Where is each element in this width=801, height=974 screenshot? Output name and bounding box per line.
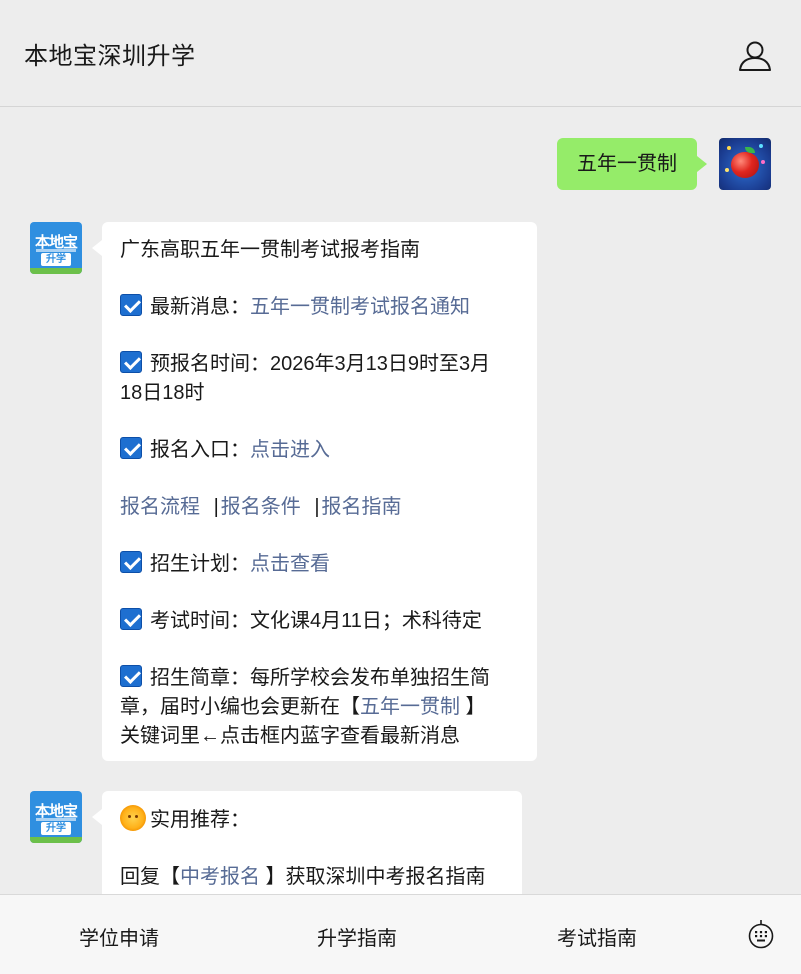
page-title: 本地宝深圳升学 — [24, 43, 196, 70]
guide-title: 广东高职五年一贯制考试报考指南 — [120, 239, 420, 261]
bot-avatar-tag: 升学 — [41, 822, 71, 835]
reply-text-post: 】获取深圳中考报名指南 — [260, 866, 486, 888]
user-message-bubble[interactable]: 五年一贯制 — [557, 138, 707, 190]
bottom-menu-bar: 学位申请 升学指南 考试指南 — [0, 894, 801, 974]
brochure-text-1: 招生简章：每所学校会发布单独招生简 — [150, 667, 490, 689]
reply-keyword-link[interactable]: 中考报名 — [180, 866, 260, 888]
checkbox-icon — [120, 437, 142, 459]
bot-avatar-band — [30, 837, 82, 843]
checkbox-icon — [120, 351, 142, 373]
recommend-title: 实用推荐： — [150, 809, 250, 831]
entry-label: 报名入口： — [150, 439, 250, 461]
guide-link[interactable]: 报名指南 — [322, 496, 402, 518]
brochure-text-2: 章，届时小编也会更新在【 — [120, 696, 360, 718]
news-line: 最新消息：五年一贯制考试报名通知 — [120, 293, 519, 322]
brochure-text-2-end: 】 — [460, 696, 486, 718]
guide-message-bubble: 广东高职五年一贯制考试报考指南 最新消息：五年一贯制考试报名通知 预报名时间：2… — [92, 222, 537, 761]
bot-avatar-band — [30, 268, 82, 274]
user-icon[interactable] — [738, 40, 772, 72]
link-separator: | — [213, 496, 219, 518]
plan-link[interactable]: 点击查看 — [250, 553, 330, 575]
brochure-keyword-link[interactable]: 五年一贯制 — [360, 696, 460, 718]
sun-emoji-icon — [120, 805, 146, 831]
news-label: 最新消息： — [150, 296, 250, 318]
exam-time-text: 考试时间：文化课4月11日；术科待定 — [150, 610, 482, 632]
menu-admission-guide[interactable]: 升学指南 — [317, 922, 397, 951]
menu-degree-application[interactable]: 学位申请 — [79, 922, 159, 951]
checkbox-icon — [120, 294, 142, 316]
apple-icon — [731, 152, 759, 178]
exam-time-line: 考试时间：文化课4月11日；术科待定 — [120, 607, 519, 636]
keyboard-icon[interactable] — [748, 919, 774, 949]
bot-avatar[interactable]: 本地宝 升学 — [30, 222, 82, 274]
checkbox-icon — [120, 551, 142, 573]
prereg-line: 预报名时间：2026年3月13日9时至3月 18日18时 — [120, 350, 519, 408]
checkbox-icon — [120, 608, 142, 630]
menu-exam-guide[interactable]: 考试指南 — [557, 922, 637, 951]
guide-links-row: 报名流程 | 报名条件 | 报名指南 — [120, 493, 519, 522]
recommend-title-line: 实用推荐： — [120, 805, 504, 835]
link-separator: | — [314, 496, 320, 518]
sparkle-icon — [759, 144, 763, 148]
entry-link[interactable]: 点击进入 — [250, 439, 330, 461]
sparkle-icon — [727, 146, 731, 150]
bot-avatar-divider — [36, 249, 76, 252]
recommend-reply-line: 回复【中考报名 】获取深圳中考报名指南 — [120, 863, 504, 892]
sparkle-icon — [761, 160, 765, 164]
bot-avatar[interactable]: 本地宝 升学 — [30, 791, 82, 843]
news-link[interactable]: 五年一贯制考试报名通知 — [250, 296, 470, 318]
user-avatar[interactable] — [719, 138, 771, 190]
recommend-message-bubble: 实用推荐： 回复【中考报名 】获取深圳中考报名指南 — [92, 791, 522, 894]
sparkle-icon — [725, 168, 729, 172]
brochure-text-3: 关键词里←点击框内蓝字查看最新消息 — [120, 725, 460, 747]
checkbox-icon — [120, 665, 142, 687]
process-link[interactable]: 报名流程 — [120, 496, 200, 518]
prereg-text-2: 18日18时 — [120, 382, 205, 404]
chat-area[interactable]: 五年一贯制 本地宝 升学 广东高职五年一贯制考试报考指南 最新消息：五年一贯制考… — [0, 108, 801, 894]
plan-label: 招生计划： — [150, 553, 250, 575]
reply-text-pre: 回复【 — [120, 866, 180, 888]
header-bar: 本地宝深圳升学 — [0, 0, 801, 107]
plan-line: 招生计划：点击查看 — [120, 550, 519, 579]
brochure-line: 招生简章：每所学校会发布单独招生简 章，届时小编也会更新在【五年一贯制 】 关键… — [120, 664, 519, 751]
bot-avatar-divider — [36, 818, 76, 821]
prereg-text-1: 预报名时间：2026年3月13日9时至3月 — [150, 353, 491, 375]
bot-avatar-tag: 升学 — [41, 253, 71, 266]
entry-line: 报名入口：点击进入 — [120, 436, 519, 465]
conditions-link[interactable]: 报名条件 — [221, 496, 301, 518]
